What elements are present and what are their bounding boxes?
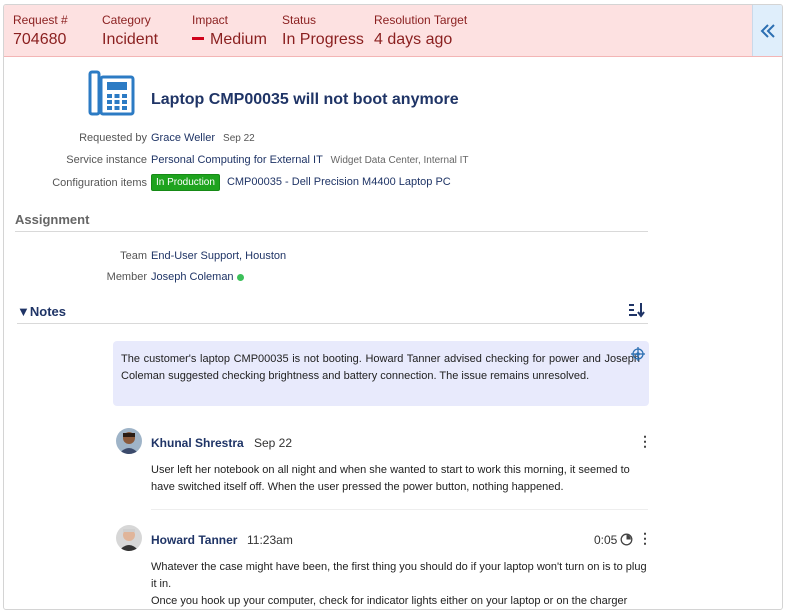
request-panel: Request # 704680 Category Incident Impac… xyxy=(3,4,783,610)
note-body-continued: Once you hook up your computer, check fo… xyxy=(151,595,628,607)
request-header: Request # 704680 Category Incident Impac… xyxy=(4,5,782,57)
sort-icon[interactable] xyxy=(628,302,646,318)
team-label: Team xyxy=(120,250,147,262)
user-avatar-icon xyxy=(116,525,142,551)
avatar[interactable] xyxy=(116,428,142,454)
resolution-target-label: Resolution Target xyxy=(374,13,468,27)
phone-icon xyxy=(88,70,135,116)
member-label: Member xyxy=(106,271,147,283)
assignment-heading: Assignment xyxy=(15,212,648,232)
double-chevron-left-icon xyxy=(760,23,775,38)
category-field: Category Incident xyxy=(102,13,158,50)
notes-summary: The customer's laptop CMP00035 is not bo… xyxy=(113,341,649,406)
timer-icon xyxy=(620,533,633,546)
impact-field: Impact Medium xyxy=(192,13,267,50)
note-author[interactable]: Howard Tanner xyxy=(151,533,237,547)
online-status-icon xyxy=(236,273,244,281)
request-title: Laptop CMP00035 will not boot anymore xyxy=(151,91,459,108)
impact-label: Impact xyxy=(192,13,229,27)
avatar[interactable] xyxy=(116,525,142,551)
user-avatar-icon xyxy=(116,428,142,454)
note-time: Sep 22 xyxy=(254,436,293,450)
status-label: Status xyxy=(282,13,317,27)
member-link[interactable]: Joseph Coleman xyxy=(151,271,234,283)
requested-by-label: Requested by xyxy=(79,132,147,144)
more-options-icon[interactable]: ⋮ xyxy=(638,530,652,547)
request-number-label: Request # xyxy=(13,13,68,27)
request-content: Laptop CMP00035 will not boot anymore Re… xyxy=(4,57,782,609)
impact-indicator-icon xyxy=(192,37,204,41)
note-body: User left her notebook on all night and … xyxy=(151,464,630,493)
collapse-panel-button[interactable] xyxy=(752,5,782,56)
category-value: Incident xyxy=(102,31,159,48)
status-field: Status In Progress xyxy=(282,13,364,50)
resolution-target-field: Resolution Target 4 days ago xyxy=(374,13,467,50)
notes-summary-text: The customer's laptop CMP00035 is not bo… xyxy=(121,353,640,382)
status-value: In Progress xyxy=(282,31,364,48)
note-time: 11:23am xyxy=(247,533,293,547)
category-label: Category xyxy=(102,13,151,27)
more-options-icon[interactable]: ⋮ xyxy=(638,433,652,450)
configuration-items-label: Configuration items xyxy=(52,177,147,189)
team-link[interactable]: End-User Support, Houston xyxy=(151,250,286,262)
notes-toggle[interactable]: ▼Notes xyxy=(17,304,648,324)
service-instance-location: Widget Data Center, Internal IT xyxy=(330,155,469,166)
note-body: Whatever the case might have been, the f… xyxy=(151,561,647,590)
request-number-field: Request # 704680 xyxy=(13,13,68,50)
service-instance-label: Service instance xyxy=(66,154,147,166)
in-production-badge: In Production xyxy=(151,174,220,191)
note-author[interactable]: Khunal Shrestra xyxy=(151,436,244,450)
ai-summary-icon[interactable] xyxy=(630,346,646,362)
request-number-value: 704680 xyxy=(13,31,67,48)
requester-link[interactable]: Grace Weller xyxy=(151,132,215,144)
service-instance-link[interactable]: Personal Computing for External IT xyxy=(151,154,323,166)
impact-value: Medium xyxy=(210,31,267,48)
configuration-item-link[interactable]: CMP00035 - Dell Precision M4400 Laptop P… xyxy=(227,176,451,188)
note-divider xyxy=(151,509,648,510)
requested-date: Sep 22 xyxy=(223,133,255,144)
resolution-target-value: 4 days ago xyxy=(374,31,453,48)
time-spent: 0:05 xyxy=(594,533,618,547)
